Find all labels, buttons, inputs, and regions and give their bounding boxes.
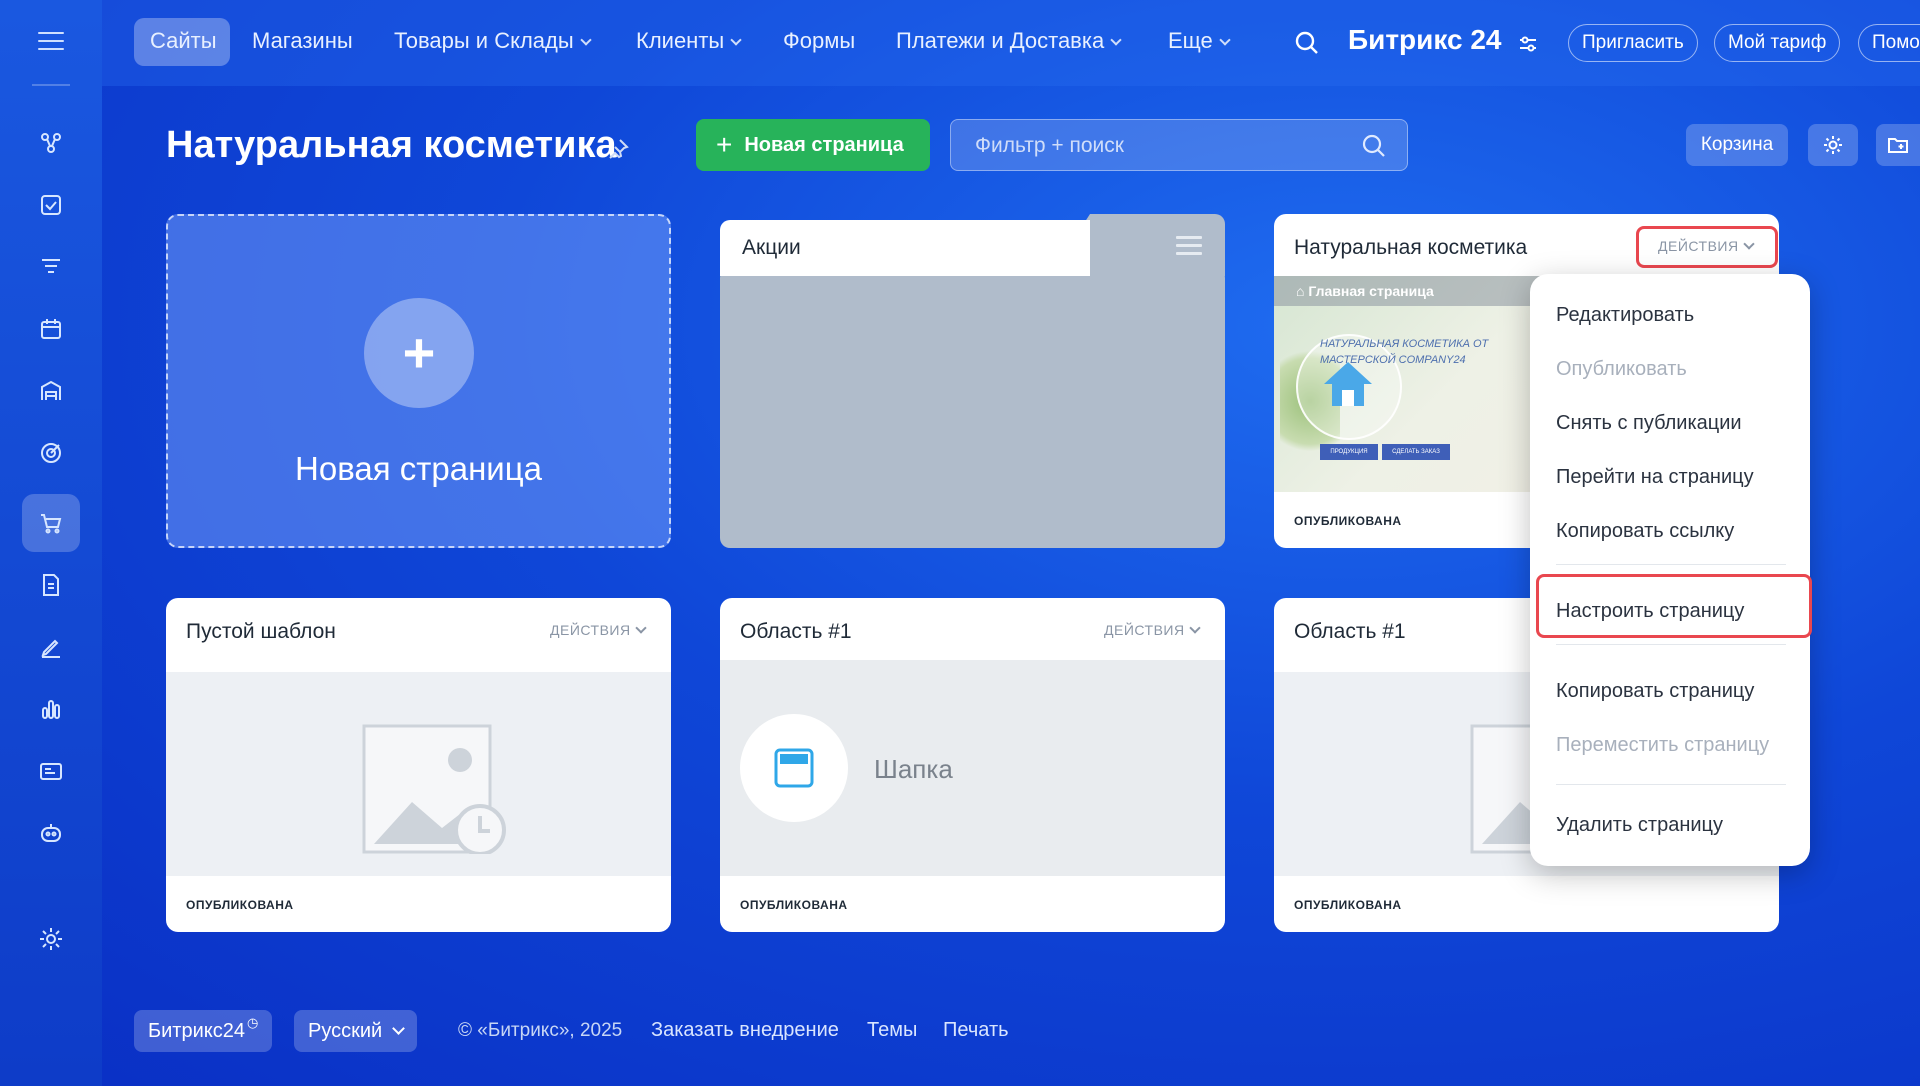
menu-divider xyxy=(1556,644,1786,645)
menu-icon[interactable] xyxy=(38,32,64,52)
footer-brand-button[interactable]: Битрикс24 ◷ xyxy=(134,1010,273,1052)
chevron-down-icon xyxy=(634,622,647,634)
sidebar-tasks-icon[interactable] xyxy=(22,176,80,234)
brand-logo: Битрикс 24 xyxy=(1348,24,1502,55)
search-icon[interactable] xyxy=(1361,133,1387,159)
sidebar-robot-icon[interactable] xyxy=(22,804,80,862)
folder-card-promotions[interactable]: Акции xyxy=(720,214,1225,548)
plus-icon: + xyxy=(716,129,733,160)
menu-item-edit[interactable]: Редактировать xyxy=(1556,304,1694,327)
sidebar-warehouse-icon[interactable] xyxy=(22,362,80,420)
settings-button[interactable] xyxy=(1808,124,1858,166)
add-folder-button[interactable] xyxy=(1876,124,1920,166)
filter-search-input[interactable]: Фильтр + поиск xyxy=(950,119,1408,171)
preview-products-button: ПРОДУКЦИЯ xyxy=(1320,444,1378,460)
new-page-card-label: Новая страница xyxy=(295,450,542,487)
sidebar-cart-icon[interactable] xyxy=(22,494,80,552)
status-badge: ОПУБЛИКОВАНА xyxy=(740,898,848,912)
footer-copyright: © «Битрикс», 2025 xyxy=(458,1020,623,1041)
empty-template-title: Пустой шаблон xyxy=(186,620,336,643)
chevron-down-icon xyxy=(392,1021,406,1035)
chevron-down-icon xyxy=(1110,34,1122,46)
chevron-down-icon xyxy=(1219,34,1231,46)
preview-heading: НАТУРАЛЬНАЯ КОСМЕТИКА ОТ МАСТЕРСКОЙ COMP… xyxy=(1320,338,1489,366)
sidebar-sign-icon[interactable] xyxy=(22,618,80,676)
nav-item-payments[interactable]: Платежи и Доставка xyxy=(896,28,1122,54)
add-circle-icon: + xyxy=(364,298,474,408)
area-preview: Шапка xyxy=(720,660,1225,876)
menu-divider xyxy=(1556,564,1786,565)
menu-item-publish: Опубликовать xyxy=(1556,358,1687,380)
area-card-2-title: Область #1 xyxy=(1294,620,1406,643)
page-title: Натуральная косметика xyxy=(166,124,617,166)
menu-item-delete-page[interactable]: Удалить страницу xyxy=(1556,814,1723,837)
menu-divider xyxy=(1556,784,1786,785)
sliders-icon[interactable] xyxy=(1518,34,1538,54)
invite-button[interactable]: Пригласить xyxy=(1568,24,1698,62)
sidebar-filter-icon[interactable] xyxy=(22,238,80,296)
chevron-down-icon xyxy=(730,34,742,46)
chevron-down-icon xyxy=(1188,622,1201,634)
area-card[interactable]: Область #1 ДЕЙСТВИЯ Шапка ОПУБЛИКОВАНА xyxy=(720,598,1225,932)
nav-item-shops[interactable]: Магазины xyxy=(252,28,353,54)
nav-item-clients[interactable]: Клиенты xyxy=(636,28,742,54)
nav-item-products[interactable]: Товары и Склады xyxy=(394,28,592,54)
new-page-button[interactable]: + Новая страница xyxy=(696,119,930,171)
nav-item-forms[interactable]: Формы xyxy=(783,28,855,54)
folder-menu-icon[interactable] xyxy=(1176,236,1202,260)
sidebar-settings-icon[interactable] xyxy=(22,910,80,968)
status-badge: ОПУБЛИКОВАНА xyxy=(1294,514,1402,528)
image-placeholder-icon xyxy=(362,724,506,854)
menu-item-copy-page[interactable]: Копировать страницу xyxy=(1556,680,1754,703)
preview-order-button: СДЕЛАТЬ ЗАКАЗ xyxy=(1382,444,1450,460)
nav-item-sites[interactable]: Сайты xyxy=(150,28,217,54)
sidebar-calendar-icon[interactable] xyxy=(22,300,80,358)
language-select[interactable]: Русский xyxy=(294,1010,418,1052)
chevron-down-icon xyxy=(580,34,592,46)
footer-link-order[interactable]: Заказать внедрение xyxy=(651,1019,839,1042)
nav-item-more[interactable]: Еще xyxy=(1168,28,1231,54)
empty-template-card[interactable]: Пустой шаблон ДЕЙСТВИЯ ОПУБЛИКОВАНА xyxy=(166,598,671,932)
sidebar-analytics-icon[interactable] xyxy=(22,680,80,738)
status-badge: ОПУБЛИКОВАНА xyxy=(1294,898,1402,912)
folder-plus-icon xyxy=(1888,138,1908,153)
status-badge: ОПУБЛИКОВАНА xyxy=(186,898,294,912)
tariff-button[interactable]: Мой тариф xyxy=(1714,24,1841,62)
menu-item-move-page: Переместить страницу xyxy=(1556,734,1770,756)
sidebar-divider xyxy=(32,84,70,86)
empty-template-preview xyxy=(166,672,671,876)
sidebar-target-icon[interactable] xyxy=(22,424,80,482)
menu-item-unpublish[interactable]: Снять с публикации xyxy=(1556,412,1742,435)
actions-highlight xyxy=(1636,226,1778,268)
header-block-icon xyxy=(774,748,814,788)
footer-link-themes[interactable]: Темы xyxy=(867,1019,917,1042)
cart-button[interactable]: Корзина xyxy=(1686,124,1788,166)
pin-icon[interactable] xyxy=(606,137,630,161)
configure-highlight xyxy=(1536,574,1812,638)
footer-link-print[interactable]: Печать xyxy=(943,1019,1009,1042)
header-block-label: Шапка xyxy=(874,754,953,784)
left-sidebar xyxy=(0,0,102,1086)
actions-dropdown-menu: Редактировать Опубликовать Снять с публи… xyxy=(1530,274,1810,866)
menu-item-copy-link[interactable]: Копировать ссылку xyxy=(1556,520,1734,543)
area-card-actions[interactable]: ДЕЙСТВИЯ xyxy=(1104,622,1201,638)
sidebar-contact-card-icon[interactable] xyxy=(22,742,80,800)
site-card-title: Натуральная косметика xyxy=(1294,236,1528,259)
search-icon[interactable] xyxy=(1294,30,1320,56)
folder-title: Акции xyxy=(742,236,801,259)
area-card-title: Область #1 xyxy=(740,620,852,643)
empty-template-actions[interactable]: ДЕЙСТВИЯ xyxy=(550,622,647,638)
menu-item-goto-page[interactable]: Перейти на страницу xyxy=(1556,466,1754,489)
gear-icon xyxy=(1824,136,1842,154)
sidebar-crm-icon[interactable] xyxy=(22,114,80,172)
preview-home-label: ⌂ Главная страница xyxy=(1296,283,1434,299)
new-page-card[interactable]: + Новая страница xyxy=(166,214,671,548)
sidebar-document-icon[interactable] xyxy=(22,556,80,614)
clock-icon: ◷ xyxy=(246,1015,259,1030)
help-button[interactable]: Помо xyxy=(1858,24,1920,62)
